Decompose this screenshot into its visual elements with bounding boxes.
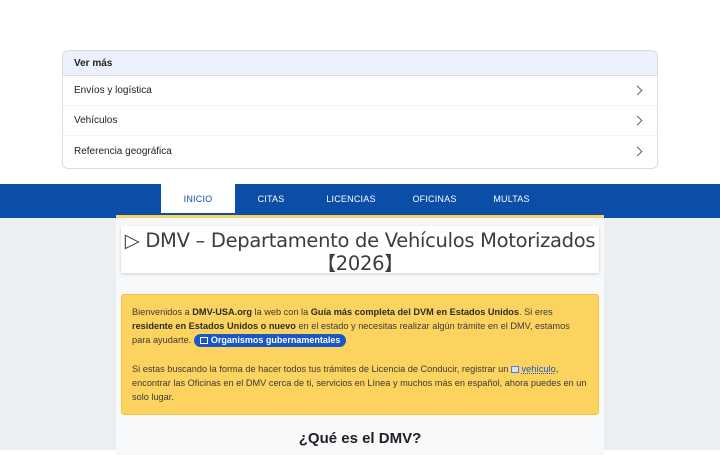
nav-tab-oficinas[interactable]: OFICINAS	[395, 184, 474, 213]
ver-mas-item-label: Envíos y logística	[74, 85, 152, 96]
ver-mas-item-envios[interactable]: Envíos y logística	[63, 76, 657, 106]
resident-highlight: residente en Estados Unidos o nuevo	[132, 321, 296, 332]
page-title-line2: 【2026】	[316, 252, 404, 275]
notice-text: Si estas buscando la forma de hacer todo…	[132, 363, 511, 374]
nav-tab-multas[interactable]: MULTAS	[474, 184, 549, 213]
organismos-badge[interactable]: Organismos gubernamentales	[193, 334, 347, 348]
ver-mas-header: Ver más	[63, 51, 657, 76]
ver-mas-item-referencia[interactable]: Referencia geográfica	[63, 136, 657, 166]
ver-mas-card: Ver más Envíos y logística Vehículos Ref…	[62, 50, 658, 169]
chevron-right-icon	[632, 85, 643, 96]
ver-mas-item-label: Vehículos	[74, 115, 118, 126]
site-name: DMV-USA.org	[192, 307, 252, 317]
car-icon	[510, 365, 519, 373]
notice-text: . Si eres	[519, 307, 553, 317]
ver-mas-item-vehiculos[interactable]: Vehículos	[63, 106, 657, 136]
ver-mas-item-label: Referencia geográfica	[74, 145, 172, 157]
chevron-right-icon	[632, 146, 643, 156]
notice-paragraph-1: Bienvenidos a DMV-USA.org la web con la …	[132, 305, 588, 348]
guide-highlight: Guía más completa del DVM en Estados Uni…	[310, 307, 520, 317]
section-heading: ¿Qué es el DMV?	[298, 430, 422, 447]
nav-tab-licencias[interactable]: LICENCIAS	[307, 184, 395, 213]
page-title: ▷ DMV – Departamento de Vehículos Motori…	[121, 226, 599, 275]
nav-tab-citas[interactable]: CITAS	[235, 184, 307, 213]
notice-text: la web con la	[252, 307, 311, 317]
chevron-right-icon	[632, 115, 643, 126]
page-title-box: ▷ DMV – Departamento de Vehículos Motori…	[121, 226, 599, 275]
notice-text: Bienvenidos a	[132, 307, 193, 317]
welcome-notice: Bienvenidos a DMV-USA.org la web con la …	[121, 294, 599, 415]
page-title-line1: ▷ DMV – Departamento de Vehículos Motori…	[124, 229, 596, 252]
nav-tab-inicio[interactable]: INICIO	[161, 184, 235, 213]
notice-paragraph-2: Si estas buscando la forma de hacer todo…	[132, 362, 588, 405]
badge-label: Organismos gubernamentales	[210, 335, 341, 346]
main-nav: INICIO CITAS LICENCIAS OFICINAS MULTAS	[0, 184, 720, 218]
vehiculo-link[interactable]: vehículo	[522, 364, 556, 374]
building-icon	[199, 337, 208, 345]
